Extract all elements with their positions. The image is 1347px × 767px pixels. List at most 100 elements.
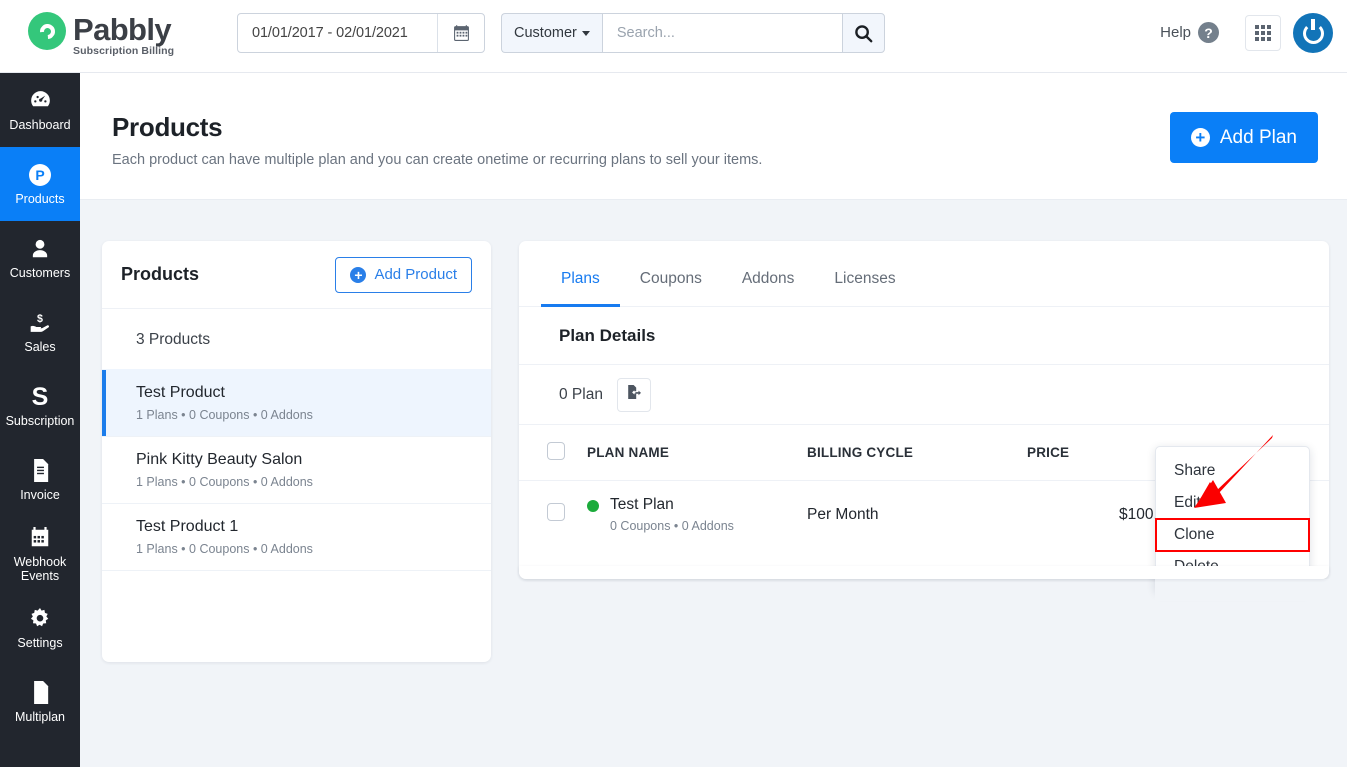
page-icon — [30, 681, 51, 705]
list-item[interactable]: Test Product 1 Plans • 0 Coupons • 0 Add… — [102, 369, 491, 436]
sidebar-item-label: Products — [15, 191, 65, 206]
sidebar-item-webhook-events[interactable]: Webhook Events — [0, 517, 80, 591]
search-group: Customer — [501, 13, 885, 53]
apps-grid-button[interactable] — [1245, 15, 1281, 51]
calendar-icon — [29, 526, 51, 550]
plus-circle-icon: + — [1190, 128, 1210, 147]
pabbly-logo-icon — [28, 12, 66, 50]
billing-cycle-cell: Per Month — [807, 481, 1027, 549]
sidebar-item-label: Settings — [17, 635, 63, 650]
add-plan-label: Add Plan — [1219, 126, 1297, 148]
add-product-label: Add Product — [374, 266, 457, 283]
tab-label: Coupons — [639, 270, 702, 287]
plan-name: Test Plan — [610, 496, 674, 513]
tab-addons[interactable]: Addons — [722, 270, 815, 307]
select-all-header — [519, 425, 587, 481]
status-badge — [587, 500, 599, 512]
row-checkbox[interactable] — [547, 503, 565, 521]
hand-dollar-icon: $ — [28, 311, 52, 335]
brand-name: Pabbly — [73, 12, 172, 47]
select-all-checkbox[interactable] — [547, 442, 565, 460]
list-item[interactable]: Test Product 1 1 Plans • 0 Coupons • 0 A… — [102, 503, 491, 570]
pabbly-logo[interactable]: Pabbly Subscription Billing — [28, 10, 174, 57]
plan-count-label: 0 Plan — [559, 385, 603, 403]
tab-label: Addons — [741, 270, 795, 287]
product-meta: 1 Plans • 0 Coupons • 0 Addons — [136, 542, 313, 556]
sidebar-nav: Dashboard P Products Customers $ Sales S… — [0, 73, 80, 767]
add-product-button[interactable]: + Add Product — [335, 256, 472, 293]
power-account-icon — [1302, 18, 1324, 44]
plus-circle-icon: + — [350, 266, 367, 283]
page-subtitle: Each product can have multiple plan and … — [112, 152, 763, 168]
product-name: Pink Kitty Beauty Salon — [136, 451, 303, 468]
date-range-picker[interactable]: 01/01/2017 - 02/01/2021 — [237, 13, 485, 53]
chevron-down-icon — [581, 30, 590, 36]
search-scope-dropdown[interactable]: Customer — [501, 13, 602, 53]
product-meta: 1 Plans • 0 Coupons • 0 Addons — [136, 408, 313, 422]
products-panel-title: Products — [121, 264, 200, 284]
calendar-icon[interactable] — [437, 14, 484, 52]
products-panel-header: Products + Add Product — [102, 241, 491, 309]
product-name: Test Product 1 — [136, 518, 239, 535]
person-icon — [29, 237, 51, 261]
sidebar-item-subscription[interactable]: S Subscription — [0, 369, 80, 443]
search-input[interactable] — [601, 13, 842, 53]
sidebar-item-settings[interactable]: Settings — [0, 591, 80, 665]
billing-cycle-value: Per Month — [807, 505, 879, 523]
tab-licenses[interactable]: Licenses — [814, 270, 915, 307]
brand-tagline: Subscription Billing — [73, 45, 175, 57]
app-root: Pabbly Subscription Billing 01/01/2017 -… — [0, 0, 1347, 767]
product-name: Test Product — [136, 384, 225, 401]
date-range-value: 01/01/2017 - 02/01/2021 — [252, 25, 408, 41]
menu-item-share[interactable]: Share — [1156, 455, 1309, 487]
tab-label: Licenses — [834, 270, 896, 287]
column-header-plan-name: PLAN NAME — [587, 425, 807, 481]
sidebar-item-customers[interactable]: Customers — [0, 221, 80, 295]
search-button[interactable] — [841, 13, 885, 53]
search-scope-label: Customer — [514, 25, 577, 41]
grid-apps-icon — [1255, 25, 1271, 41]
products-list-footer — [102, 570, 491, 612]
plan-name-cell: Test Plan 0 Coupons • 0 Addons — [587, 481, 807, 549]
product-meta: 1 Plans • 0 Coupons • 0 Addons — [136, 475, 313, 489]
export-file-icon — [626, 384, 642, 405]
sidebar-item-label: Customers — [9, 265, 71, 280]
products-count-label: 3 Products — [136, 331, 211, 348]
sidebar-item-sales[interactable]: $ Sales — [0, 295, 80, 369]
letter-s-icon: S — [31, 382, 49, 411]
sidebar-item-invoice[interactable]: Invoice — [0, 443, 80, 517]
tab-plans[interactable]: Plans — [541, 270, 620, 307]
speedometer-icon — [29, 89, 52, 113]
sidebar-item-label: Sales — [24, 339, 56, 354]
help-button[interactable]: Help ? — [1160, 22, 1219, 43]
top-bar: Pabbly Subscription Billing 01/01/2017 -… — [0, 0, 1347, 73]
plan-count-bar: 0 Plan — [519, 365, 1329, 425]
plan-details-title: Plan Details — [519, 307, 1329, 365]
sidebar-item-label: Invoice — [20, 487, 60, 502]
help-label: Help — [1160, 24, 1191, 41]
add-plan-button[interactable]: + Add Plan — [1169, 112, 1318, 163]
sidebar-item-label: Webhook Events — [13, 554, 67, 583]
sidebar-item-multiplan[interactable]: Multiplan — [0, 665, 80, 739]
pabbly-p-icon: P — [29, 163, 51, 187]
question-mark-icon: ? — [1198, 22, 1219, 43]
tab-label: Plans — [561, 270, 600, 287]
list-item[interactable]: Pink Kitty Beauty Salon 1 Plans • 0 Coup… — [102, 436, 491, 503]
svg-text:$: $ — [37, 313, 43, 325]
gear-icon — [29, 607, 51, 631]
products-panel: Products + Add Product 3 Products Test P… — [102, 241, 491, 662]
page-title: Products — [112, 112, 223, 142]
tab-coupons[interactable]: Coupons — [620, 270, 722, 307]
menu-clip-mask — [1155, 579, 1335, 601]
page-header: Products Each product can have multiple … — [80, 73, 1347, 200]
sidebar-item-dashboard[interactable]: Dashboard — [0, 73, 80, 147]
sidebar-item-label: Multiplan — [14, 709, 66, 724]
menu-item-edit[interactable]: Edit — [1156, 487, 1309, 519]
plans-card-bottom-edge — [519, 566, 1329, 579]
account-power-button[interactable] — [1293, 13, 1333, 53]
row-select-cell — [519, 481, 587, 549]
menu-item-clone[interactable]: Clone — [1155, 518, 1310, 552]
sidebar-item-label: Dashboard — [9, 117, 71, 132]
export-button[interactable] — [616, 377, 651, 412]
sidebar-item-products[interactable]: P Products — [0, 147, 80, 221]
